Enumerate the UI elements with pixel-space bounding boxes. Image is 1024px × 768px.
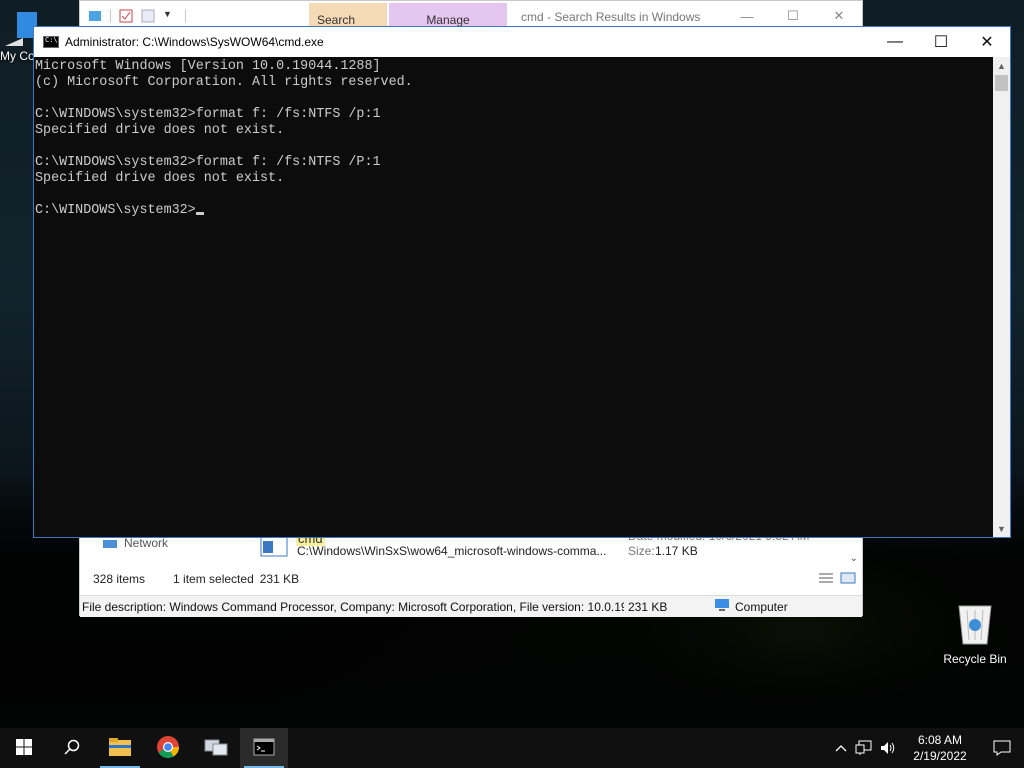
taskbar: 6:08 AM 2/19/2022: [0, 728, 1024, 768]
result-size-value: 1.17 KB: [655, 544, 698, 558]
command-prompt-icon: [43, 36, 59, 48]
scroll-down-icon[interactable]: ▼: [993, 520, 1010, 537]
console-line: C:\WINDOWS\system32>format f: /fs:NTFS /…: [35, 107, 381, 122]
cmd-titlebar[interactable]: Administrator: C:\Windows\SysWOW64\cmd.e…: [34, 27, 1010, 57]
explorer-results-strip: Network cmd C:\Windows\WinSxS\wow64_micr…: [80, 529, 862, 567]
new-folder-icon[interactable]: [141, 9, 155, 23]
status-size: 231 KB: [259, 572, 300, 586]
file-size: 231 KB: [628, 599, 668, 614]
computers-icon: [203, 736, 229, 761]
chrome-icon: [156, 735, 180, 762]
console-line: C:\WINDOWS\system32>format f: /fs:NTFS /…: [35, 155, 381, 170]
nav-item-network[interactable]: Network: [102, 536, 169, 553]
nav-item-label: Network: [124, 536, 169, 550]
file-description: File description: Windows Command Proces…: [82, 599, 624, 614]
recycle-bin-icon: [955, 605, 995, 649]
scroll-down-icon[interactable]: ⌄: [850, 553, 858, 564]
search-icon: [64, 739, 80, 758]
properties-icon[interactable]: [119, 9, 133, 23]
command-prompt-icon: [253, 738, 275, 759]
taskbar-network-app[interactable]: [192, 728, 240, 768]
console-line: Microsoft Windows [Version 10.0.19044.12…: [35, 59, 381, 74]
search-button[interactable]: [48, 728, 96, 768]
large-icons-view-icon[interactable]: [840, 572, 856, 587]
toolbar-divider: [185, 8, 186, 23]
close-icon[interactable]: ✕: [964, 27, 1010, 57]
cmd-window-controls: — ☐ ✕: [872, 27, 1010, 57]
maximize-icon[interactable]: ☐: [918, 27, 964, 57]
network-icon: [102, 539, 118, 553]
clock-date: 2/19/2022: [913, 749, 967, 763]
scrollbar-thumb[interactable]: [995, 75, 1008, 91]
cmd-console-output[interactable]: Microsoft Windows [Version 10.0.19044.12…: [34, 57, 994, 537]
explorer-title: cmd - Search Results in Windows: [521, 10, 701, 24]
start-button[interactable]: [0, 728, 48, 768]
console-line: Specified drive does not exist.: [35, 171, 285, 186]
cmd-window-title: Administrator: C:\Windows\SysWOW64\cmd.e…: [65, 35, 324, 49]
file-location: Computer: [735, 599, 788, 614]
quick-access-toolbar: ▼: [80, 8, 186, 23]
console-line: (c) Microsoft Corporation. All rights re…: [35, 75, 413, 90]
chevron-down-icon[interactable]: ▼: [163, 9, 177, 23]
folder-icon[interactable]: [88, 9, 102, 23]
clock[interactable]: 6:08 AM 2/19/2022: [900, 732, 980, 764]
taskbar-cmd[interactable]: [240, 728, 288, 768]
network-icon[interactable]: [852, 740, 876, 756]
status-item-count: 328 items: [93, 572, 146, 586]
system-tray: 6:08 AM 2/19/2022: [830, 728, 1024, 768]
show-hidden-icons-chevron-up-icon[interactable]: [830, 744, 852, 752]
computer-icon: [714, 598, 730, 615]
cmd-scrollbar[interactable]: ▲ ▼: [993, 57, 1010, 537]
folder-icon: [108, 737, 132, 760]
clock-time: 6:08 AM: [917, 733, 963, 747]
result-size-label: Size:: [628, 544, 655, 558]
application-icon: [260, 535, 288, 560]
search-result-item[interactable]: cmd C:\Windows\WinSxS\wow64_microsoft-wi…: [258, 529, 848, 567]
taskbar-file-explorer[interactable]: [96, 728, 144, 768]
minimize-icon[interactable]: —: [872, 27, 918, 57]
desktop-icon-recycle-bin[interactable]: Recycle Bin: [940, 600, 1010, 666]
volume-icon[interactable]: [876, 740, 900, 756]
action-center-icon[interactable]: [980, 740, 1024, 756]
console-line: Specified drive does not exist.: [35, 123, 285, 138]
status-bar: 328 items 1 item selected 231 KB: [80, 567, 862, 591]
details-view-icon[interactable]: [818, 572, 834, 587]
text-cursor: [195, 212, 204, 215]
toolbar-divider: [110, 8, 111, 23]
cmd-window[interactable]: Administrator: C:\Windows\SysWOW64\cmd.e…: [33, 26, 1011, 538]
taskbar-chrome[interactable]: [144, 728, 192, 768]
details-bar: File description: Windows Command Proces…: [80, 595, 862, 617]
result-path: C:\Windows\WinSxS\wow64_microsoft-window…: [297, 544, 607, 558]
windows-logo-icon: [16, 738, 32, 758]
console-prompt-line[interactable]: C:\WINDOWS\system32>: [35, 203, 994, 219]
scroll-up-icon[interactable]: ▲: [993, 57, 1010, 74]
desktop-icon-label: Recycle Bin: [943, 652, 1007, 666]
console-prompt: C:\WINDOWS\system32>: [35, 203, 196, 218]
status-selected: 1 item selected: [173, 572, 254, 586]
